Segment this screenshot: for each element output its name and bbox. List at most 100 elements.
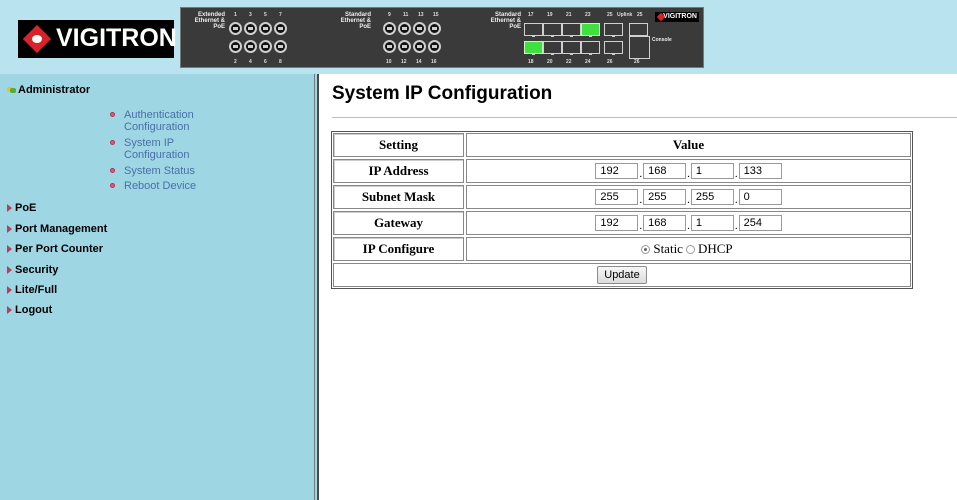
port-10: [383, 40, 396, 53]
dhcp-radio[interactable]: [685, 244, 695, 254]
port-12: [398, 40, 411, 53]
port-26: [604, 41, 623, 55]
subnet-mask-value: . . .: [466, 185, 911, 209]
port-number: 20: [547, 59, 553, 65]
port-19: [543, 23, 562, 37]
subnet-mask-label: Subnet Mask: [333, 185, 464, 209]
port-21: [562, 23, 581, 37]
group-label-standard-sfp: Standard Ethernet & PoE: [490, 12, 521, 30]
port-5: [259, 22, 272, 35]
port-25b: [629, 23, 648, 37]
subnet-mask-octet-2[interactable]: [643, 189, 687, 205]
port-number: 4: [249, 59, 252, 65]
port-number: 12: [401, 59, 407, 65]
logo-text: VIGITRON: [56, 24, 177, 52]
logo-eye-icon: [32, 35, 42, 43]
gateway-octet-1[interactable]: [595, 215, 639, 231]
port-number: 8: [279, 59, 282, 65]
static-radio[interactable]: [641, 244, 651, 254]
arrow-right-icon: [7, 245, 12, 253]
bullet-icon: [110, 168, 115, 173]
update-button[interactable]: Update: [597, 266, 647, 284]
octet-separator: .: [734, 167, 738, 180]
page-title: System IP Configuration: [332, 83, 553, 104]
port-number: 13: [418, 12, 424, 18]
ip-address-octet-4[interactable]: [738, 163, 782, 179]
sidebar-item-label: Configuration: [124, 149, 190, 161]
bullet-icon: [110, 140, 115, 145]
gateway-octet-4[interactable]: [738, 215, 782, 231]
arrow-right-icon: [7, 286, 12, 294]
port-number: 25: [637, 12, 643, 18]
port-number: 26: [634, 59, 640, 65]
ip-address-value: . . .: [466, 159, 911, 183]
update-cell: Update: [333, 263, 911, 287]
table-row-update: Update: [333, 263, 911, 287]
port-number: 21: [566, 12, 572, 18]
port-number: 7: [279, 12, 282, 18]
port-4: [244, 40, 257, 53]
port-14: [413, 40, 426, 53]
group-label-extended: Extended Ethernet & PoE: [194, 12, 225, 30]
port-1: [229, 22, 242, 35]
port-22: [562, 41, 581, 55]
arrow-right-icon: [7, 266, 12, 274]
octet-separator: .: [687, 167, 690, 180]
gateway-octet-3[interactable]: [690, 215, 734, 231]
console-port: [629, 36, 650, 59]
subnet-mask-octet-1[interactable]: [595, 189, 639, 205]
octet-separator: .: [687, 193, 690, 206]
sidebar-section-security[interactable]: Security: [7, 264, 58, 276]
port-number: 6: [264, 59, 267, 65]
octet-separator: .: [734, 193, 738, 206]
header-value: Value: [466, 133, 911, 157]
subnet-mask-octet-4[interactable]: [738, 189, 782, 205]
sidebar-section-lite-full[interactable]: Lite/Full: [7, 284, 57, 296]
sidebar-section-port-management[interactable]: Port Management: [7, 223, 107, 235]
console-label: Console: [652, 37, 672, 43]
port-3: [244, 22, 257, 35]
port-number: 2: [234, 59, 237, 65]
port-23-active: [581, 23, 600, 37]
ip-address-octet-1[interactable]: [595, 163, 639, 179]
header-banner: VIGITRON Extended Ethernet & PoE 1 3 5 7…: [0, 0, 957, 74]
arrow-right-icon: [7, 306, 12, 314]
port-number: 5: [264, 12, 267, 18]
static-radio-label: Static: [653, 241, 683, 256]
port-number: 26: [607, 59, 613, 65]
mini-vigitron-logo: VIGITRON: [655, 12, 699, 22]
port-7: [274, 22, 287, 35]
sidebar-section-per-port-counter[interactable]: Per Port Counter: [7, 243, 103, 255]
sidebar-section-poe[interactable]: PoE: [7, 202, 36, 214]
ip-address-octet-3[interactable]: [690, 163, 734, 179]
sidebar-item-reboot-device[interactable]: Reboot Device: [124, 180, 196, 192]
arrow-right-icon: [7, 225, 12, 233]
sidebar-item-system-ip-configuration[interactable]: System IP Configuration: [124, 137, 189, 161]
port-number: 9: [388, 12, 391, 18]
sidebar-section-logout[interactable]: Logout: [7, 304, 52, 316]
port-11: [398, 22, 411, 35]
port-6: [259, 40, 272, 53]
sidebar-section-administrator[interactable]: Administrator: [7, 84, 90, 96]
subnet-mask-octet-3[interactable]: [690, 189, 734, 205]
sidebar-item-system-status[interactable]: System Status: [124, 165, 195, 177]
sidebar-item-label: System IP: [124, 137, 175, 149]
table-row-gateway: Gateway . . .: [333, 211, 911, 235]
ip-address-octet-2[interactable]: [643, 163, 687, 179]
sidebar-section-label: Lite/Full: [15, 284, 58, 296]
sidebar-item-label: Reboot Device: [124, 180, 197, 192]
port-20: [543, 41, 562, 55]
port-number: 24: [585, 59, 591, 65]
gateway-value: . . .: [466, 211, 911, 235]
sidebar-item-authentication-configuration[interactable]: Authentication Configuration: [124, 109, 194, 133]
switch-front-panel: Extended Ethernet & PoE 1 3 5 7 2 4 6 8 …: [180, 7, 704, 68]
port-number: 14: [416, 59, 422, 65]
octet-separator: .: [734, 219, 738, 232]
port-15: [428, 22, 441, 35]
gateway-octet-2[interactable]: [643, 215, 687, 231]
port-9: [383, 22, 396, 35]
sidebar-section-label: Port Management: [15, 223, 108, 235]
port-number: 25: [607, 12, 613, 18]
table-row-subnet-mask: Subnet Mask . . .: [333, 185, 911, 209]
uplink-label: Uplink: [617, 12, 633, 18]
